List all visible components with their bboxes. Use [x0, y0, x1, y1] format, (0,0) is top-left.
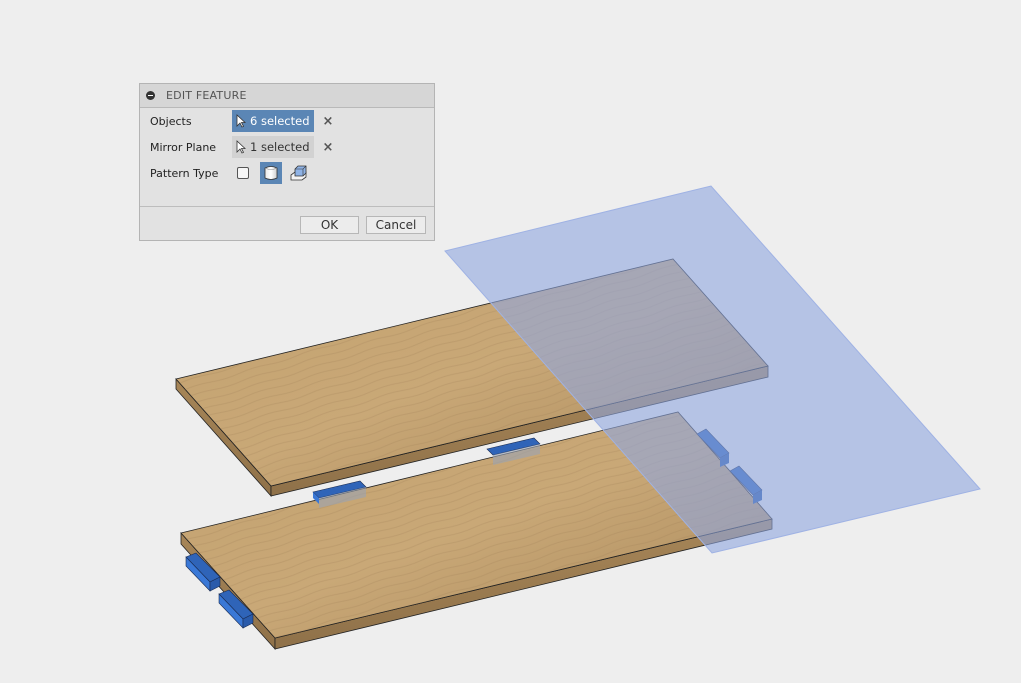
edit-feature-dialog: EDIT FEATURE Objects 6 selected × Mirror… [139, 83, 435, 241]
mirror-plane-row: Mirror Plane 1 selected × [150, 136, 333, 158]
pattern-type-row: Pattern Type [150, 162, 316, 184]
faces-icon [237, 167, 249, 179]
objects-row: Objects 6 selected × [150, 110, 333, 132]
mirror-plane-selection-text: 1 selected [250, 140, 310, 154]
objects-label: Objects [150, 114, 192, 128]
dialog-header: EDIT FEATURE [140, 84, 434, 108]
pattern-type-features-option[interactable] [288, 162, 310, 184]
feature-extrude-icon [290, 165, 307, 181]
mirror-plane-selection-button[interactable]: 1 selected [232, 136, 314, 158]
mirror-plane-label: Mirror Plane [150, 140, 217, 154]
body-cylinder-icon [264, 166, 278, 180]
cursor-arrow-icon [236, 140, 246, 154]
pattern-type-bodies-option[interactable] [260, 162, 282, 184]
pattern-type-label: Pattern Type [150, 166, 219, 180]
objects-selection-text: 6 selected [250, 114, 310, 128]
cancel-button[interactable]: Cancel [366, 216, 426, 234]
cursor-arrow-icon [236, 114, 246, 128]
pattern-type-faces-option[interactable] [232, 162, 254, 184]
clear-objects-icon[interactable]: × [323, 114, 334, 129]
objects-selection-button[interactable]: 6 selected [232, 110, 314, 132]
collapse-icon[interactable] [146, 91, 155, 100]
clear-mirror-plane-icon[interactable]: × [323, 140, 334, 155]
dialog-footer: OK Cancel [140, 206, 434, 240]
ok-button[interactable]: OK [300, 216, 359, 234]
dialog-title: EDIT FEATURE [166, 89, 247, 102]
